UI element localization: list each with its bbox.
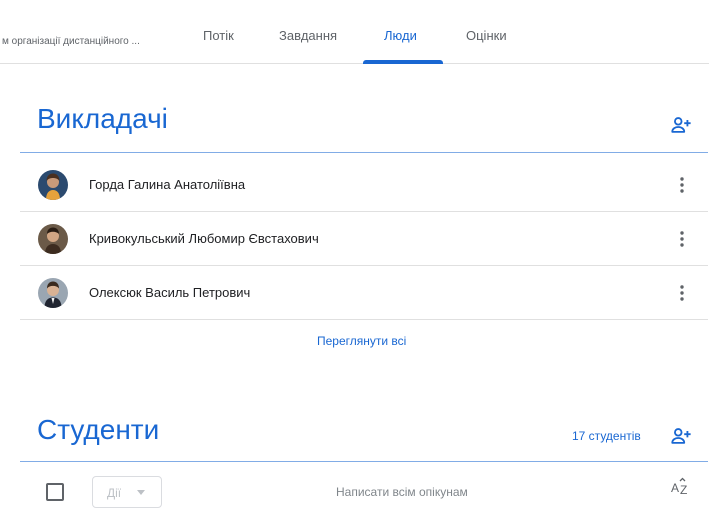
email-all-guardians-link[interactable]: Написати всім опікунам xyxy=(336,485,468,499)
teacher-name: Кривокульський Любомир Євстахович xyxy=(89,231,319,246)
person-add-icon xyxy=(671,117,691,133)
tab-grades[interactable]: Оцінки xyxy=(466,28,507,43)
tab-people[interactable]: Люди xyxy=(384,28,417,43)
more-vert-icon xyxy=(680,285,684,301)
students-section-divider xyxy=(20,461,708,462)
select-all-checkbox[interactable] xyxy=(46,483,64,501)
sort-button[interactable]: A Z xyxy=(670,477,692,499)
svg-text:Z: Z xyxy=(680,483,687,497)
teacher-name: Горда Галина Анатоліївна xyxy=(89,177,246,192)
tab-stream[interactable]: Потік xyxy=(203,28,234,43)
person-add-icon xyxy=(671,428,691,444)
add-student-button[interactable] xyxy=(668,423,694,449)
teachers-section-title: Викладачі xyxy=(37,103,168,134)
actions-dropdown-label: Дії xyxy=(107,486,122,500)
students-section-title: Студенти xyxy=(37,414,160,445)
actions-dropdown[interactable]: Дії xyxy=(92,476,162,508)
sort-az-icon: A Z xyxy=(671,477,687,497)
view-all-teachers-link[interactable]: Переглянути всі xyxy=(317,334,406,348)
top-navigation-bar: м організації дистанційного ... Потік За… xyxy=(0,0,709,64)
course-name[interactable]: м організації дистанційного ... xyxy=(2,36,140,47)
svg-text:A: A xyxy=(671,481,679,495)
more-options-button[interactable] xyxy=(670,226,694,252)
student-count: 17 студентів xyxy=(572,429,641,443)
chevron-down-icon xyxy=(137,490,145,495)
teachers-section-divider xyxy=(20,152,708,153)
more-vert-icon xyxy=(680,231,684,247)
teacher-row: Кривокульський Любомир Євстахович xyxy=(20,212,708,266)
add-teacher-button[interactable] xyxy=(668,112,694,138)
active-tab-indicator xyxy=(363,60,443,64)
avatar xyxy=(38,170,68,200)
teacher-row: Олексюк Василь Петрович xyxy=(20,266,708,320)
teacher-name: Олексюк Василь Петрович xyxy=(89,285,251,300)
tab-classwork[interactable]: Завдання xyxy=(279,28,337,43)
more-options-button[interactable] xyxy=(670,172,694,198)
more-vert-icon xyxy=(680,177,684,193)
more-options-button[interactable] xyxy=(670,280,694,306)
teacher-row: Горда Галина Анатоліївна xyxy=(20,158,708,212)
avatar xyxy=(38,224,68,254)
avatar xyxy=(38,278,68,308)
